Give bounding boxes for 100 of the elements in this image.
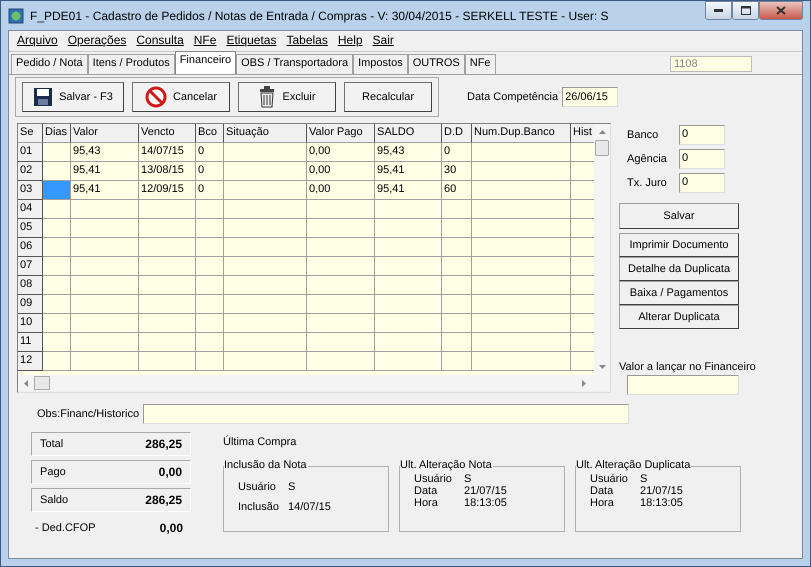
scroll-left-icon[interactable] xyxy=(24,380,28,386)
toolbar-button[interactable]: Cancelar xyxy=(132,82,230,112)
row-header[interactable]: 07 xyxy=(18,257,43,276)
input-field[interactable] xyxy=(627,375,739,395)
table-cell xyxy=(375,276,442,295)
menu-item[interactable]: NFe xyxy=(190,33,220,51)
column-header[interactable]: Vencto xyxy=(139,124,196,143)
vertical-scrollbar[interactable] xyxy=(594,124,610,375)
window-title: F_PDE01 - Cadastro de Pedidos / Notas de Entrada / Compras - V: 30/04/2015 - SERKELL TESTE - User: S xyxy=(30,8,608,22)
row-header[interactable]: 02 xyxy=(18,162,43,181)
tab[interactable]: Impostos xyxy=(353,54,408,74)
group-title: Ult. Alteração Nota xyxy=(400,459,493,471)
trash-icon xyxy=(258,86,276,108)
menu-item[interactable]: Arquivo xyxy=(13,33,62,51)
total-label: Total xyxy=(40,438,64,450)
menu-item[interactable]: Tabelas xyxy=(282,33,332,51)
tab[interactable]: Financeiro xyxy=(174,51,236,74)
column-header[interactable]: Dias xyxy=(43,124,71,143)
column-header[interactable]: Bco xyxy=(196,124,224,143)
action-button[interactable]: Baixa / Pagamentos xyxy=(619,281,739,305)
input-field[interactable] xyxy=(143,404,630,424)
toolbar-button[interactable]: Recalcular xyxy=(344,82,432,112)
table-cell xyxy=(307,238,375,257)
row-header[interactable]: 09 xyxy=(18,295,43,314)
menu-item[interactable]: Operações xyxy=(64,33,130,51)
row-header[interactable]: 10 xyxy=(18,314,43,333)
table-cell: 0,00 xyxy=(307,143,375,162)
scroll-right-icon[interactable] xyxy=(582,380,586,386)
minimize-button[interactable] xyxy=(705,1,732,20)
input-field[interactable]: 0 xyxy=(679,173,725,193)
table-cell: 0 xyxy=(442,143,472,162)
column-header[interactable]: Num.Dup.Banco xyxy=(472,124,571,143)
input-field[interactable]: 0 xyxy=(679,149,725,169)
action-button[interactable]: Detalhe da Duplicata xyxy=(619,257,739,281)
table-cell xyxy=(442,257,472,276)
total-label: - Ded.CFOP xyxy=(35,522,96,534)
column-header[interactable]: SALDO xyxy=(375,124,442,143)
action-button[interactable]: Imprimir Documento xyxy=(619,233,739,257)
input-field[interactable]: 0 xyxy=(679,125,725,145)
row-header[interactable]: 06 xyxy=(18,238,43,257)
table-cell xyxy=(139,257,196,276)
table-cell: 0 xyxy=(196,162,224,181)
app-icon xyxy=(8,8,24,24)
column-header[interactable]: Se xyxy=(18,124,43,143)
column-header[interactable]: Valor Pago xyxy=(307,124,375,143)
menu-item[interactable]: Sair xyxy=(368,33,398,51)
column-header[interactable]: D.D xyxy=(442,124,472,143)
table-cell: 95,43 xyxy=(375,143,442,162)
table-cell xyxy=(196,314,224,333)
info-label: Hora xyxy=(414,497,439,509)
row-header[interactable]: 04 xyxy=(18,200,43,219)
field-label: Data Competência xyxy=(467,91,558,103)
field-label: Banco xyxy=(627,129,660,141)
horizontal-scrollbar[interactable] xyxy=(18,375,610,391)
table-cell: 0,00 xyxy=(307,162,375,181)
tab[interactable]: OBS / Transportadora xyxy=(236,54,354,74)
row-header[interactable]: 05 xyxy=(18,219,43,238)
maximize-button[interactable] xyxy=(732,1,759,20)
table-cell xyxy=(196,257,224,276)
table-cell xyxy=(71,276,139,295)
info-value: 18:13:05 xyxy=(640,497,683,509)
save-button[interactable]: Salvar xyxy=(619,203,739,229)
info-label: Usuário xyxy=(414,473,453,485)
menu-item[interactable]: Consulta xyxy=(132,33,188,51)
column-header[interactable]: Situação xyxy=(224,124,307,143)
field-label: Agência xyxy=(627,153,668,165)
row-header[interactable]: 08 xyxy=(18,276,43,295)
row-header[interactable]: 11 xyxy=(18,333,43,352)
row-header[interactable]: 03 xyxy=(18,181,43,200)
action-button[interactable]: Alterar Duplicata xyxy=(619,305,739,329)
scroll-down-icon[interactable] xyxy=(598,365,606,369)
table-cell: 30 xyxy=(442,162,472,181)
menu-item[interactable]: Help xyxy=(334,33,367,51)
section-label: Última Compra xyxy=(223,436,298,448)
info-value: S xyxy=(464,473,472,485)
close-button[interactable] xyxy=(759,1,803,20)
toolbar-button[interactable]: Excluir xyxy=(238,82,336,112)
date-field[interactable]: 26/06/15 xyxy=(562,87,618,107)
column-header[interactable]: Hist xyxy=(571,124,594,143)
table-cell: 0 xyxy=(196,181,224,200)
total-label: Saldo xyxy=(40,494,68,506)
close-icon xyxy=(776,6,786,15)
table-cell xyxy=(139,333,196,352)
column-header[interactable]: Valor xyxy=(71,124,139,143)
toolbar-button[interactable]: Salvar - F3 xyxy=(22,82,124,112)
tab[interactable]: Itens / Produtos xyxy=(88,54,175,74)
row-header[interactable]: 01 xyxy=(18,143,43,162)
info-value: 18:13:05 xyxy=(464,497,507,509)
scroll-thumb[interactable] xyxy=(34,376,50,390)
scroll-up-icon[interactable] xyxy=(598,130,606,134)
tab[interactable]: NFe xyxy=(464,54,496,74)
tab[interactable]: Pedido / Nota xyxy=(11,54,88,74)
info-value: S xyxy=(640,473,648,485)
scroll-thumb[interactable] xyxy=(595,140,609,156)
menu-item[interactable]: Etiquetas xyxy=(222,33,280,51)
field-label: Valor a lançar no Financeiro xyxy=(619,361,756,373)
table-cell xyxy=(196,219,224,238)
row-header[interactable]: 12 xyxy=(18,352,43,371)
tab[interactable]: OUTROS xyxy=(408,54,465,74)
table-cell xyxy=(375,333,442,352)
